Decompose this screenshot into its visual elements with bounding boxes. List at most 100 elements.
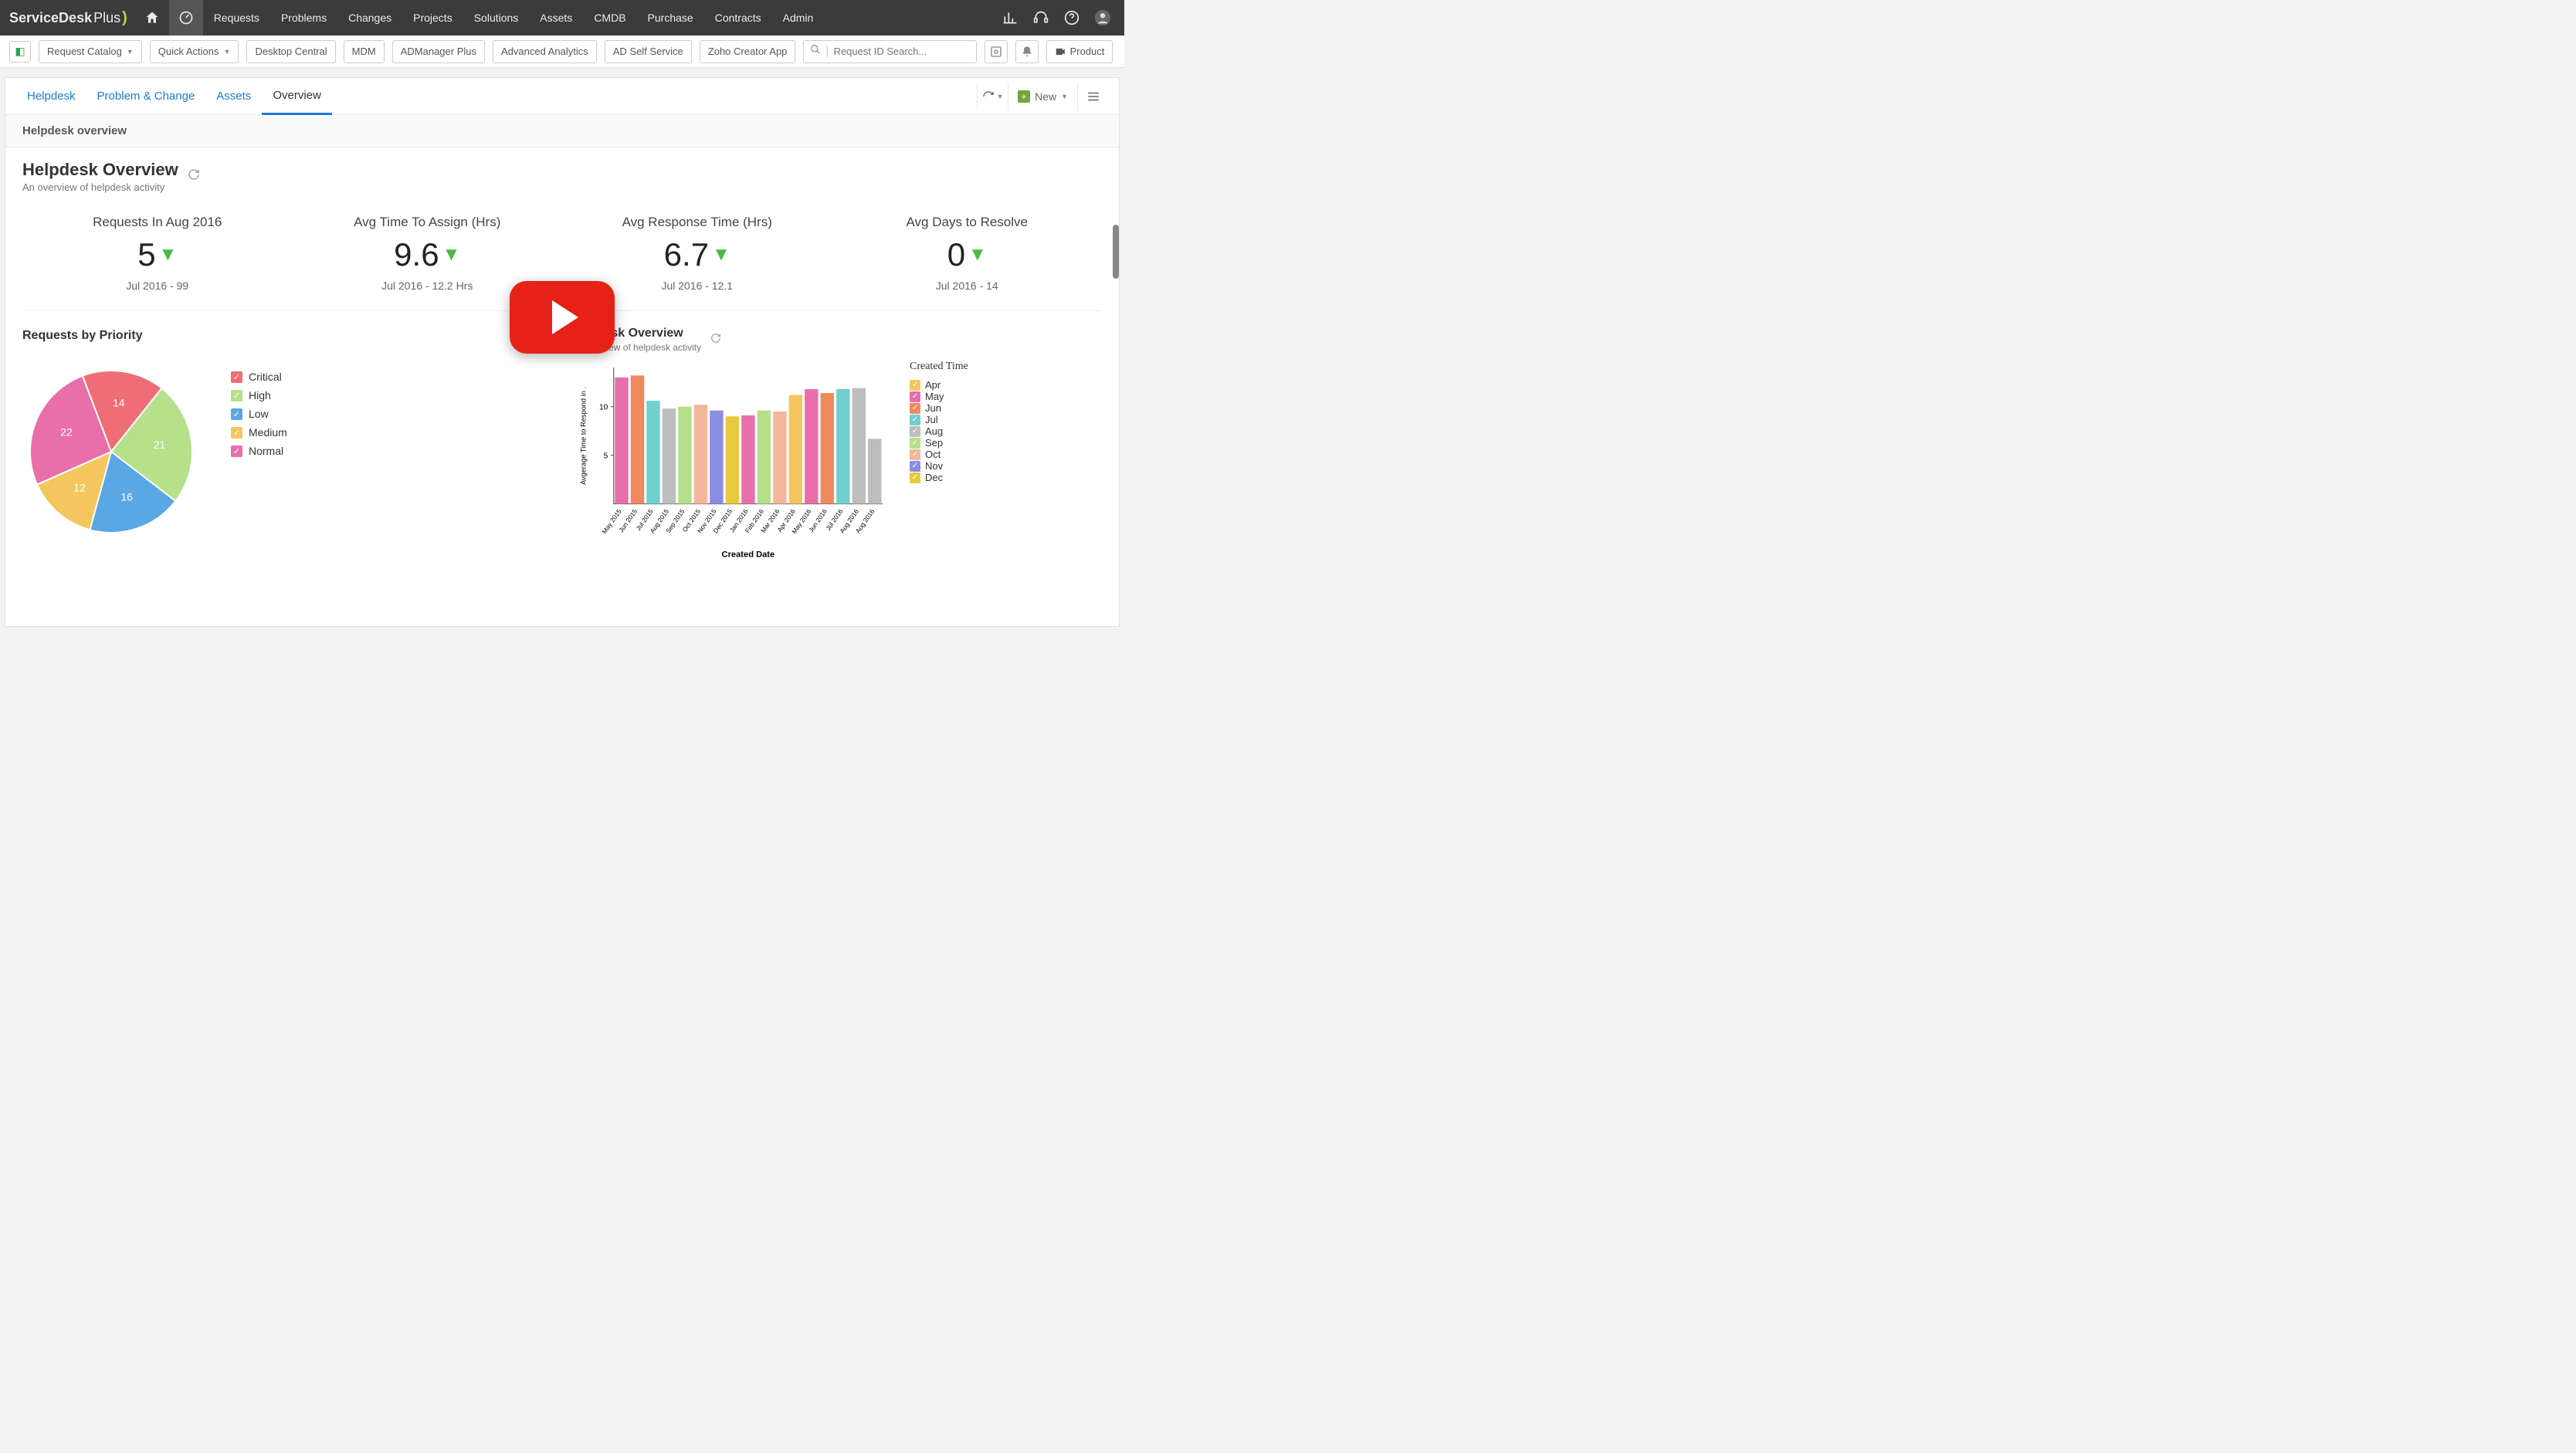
legend-item[interactable]: ✓Dec (910, 472, 968, 483)
toolbar-link[interactable]: ADManager Plus (392, 40, 485, 63)
kpi-card: Avg Days to Resolve0▼Jul 2016 - 14 (851, 215, 1083, 292)
chevron-down-icon: ▼ (224, 48, 231, 56)
play-button[interactable] (510, 281, 615, 354)
legend-label: Jul (925, 414, 938, 425)
legend-item[interactable]: ✓Normal (231, 445, 287, 457)
svg-text:22: 22 (60, 425, 73, 438)
legend-swatch: ✓ (910, 415, 920, 425)
quick-actions-button[interactable]: Quick Actions ▼ (150, 40, 239, 63)
kpi-footer: Jul 2016 - 12.1 (581, 279, 813, 292)
video-icon (1055, 46, 1066, 57)
legend-item[interactable]: ✓Low (231, 408, 287, 420)
nav-changes[interactable]: Changes (337, 0, 402, 36)
tab-helpdesk[interactable]: Helpdesk (16, 78, 86, 115)
new-button[interactable]: + New ▼ (1008, 83, 1077, 110)
scrollbar-thumb[interactable] (1113, 225, 1119, 279)
overview-subtitle: An overview of helpdesk activity (22, 181, 178, 193)
nav-items: RequestsProblemsChangesProjectsSolutions… (203, 0, 825, 36)
reports-icon[interactable] (995, 0, 1025, 36)
divider: | (825, 45, 829, 59)
search-box[interactable]: | (803, 40, 976, 63)
tab-problem-change[interactable]: Problem & Change (86, 78, 206, 115)
legend-swatch: ✓ (910, 426, 920, 437)
legend-item[interactable]: ✓High (231, 389, 287, 401)
svg-text:16: 16 (120, 490, 133, 503)
toolbar-link[interactable]: MDM (344, 40, 385, 63)
kpi-footer: Jul 2016 - 99 (42, 279, 273, 292)
legend-item[interactable]: ✓ Jun (910, 402, 968, 414)
bell-icon[interactable] (1015, 40, 1039, 63)
legend-item[interactable]: ✓Oct (910, 449, 968, 460)
tab-overview[interactable]: Overview (262, 78, 332, 115)
legend-item[interactable]: ✓Aug (910, 425, 968, 437)
overview-title: Helpdesk Overview (22, 160, 178, 180)
refresh-icon[interactable] (710, 333, 721, 347)
legend-swatch: ✓ (910, 403, 920, 414)
dashboard-icon[interactable] (169, 0, 203, 36)
legend-item[interactable]: ✓May (910, 391, 968, 402)
help-icon[interactable] (1056, 0, 1087, 36)
support-icon[interactable] (1025, 0, 1056, 36)
toolbar-link[interactable]: Zoho Creator App (700, 40, 796, 63)
product-label: Product (1070, 46, 1105, 57)
legend-label: Medium (249, 426, 287, 439)
nav-assets[interactable]: Assets (529, 0, 583, 36)
legend-item[interactable]: ✓Nov (910, 460, 968, 472)
legend-swatch: ✓ (231, 427, 242, 439)
kpi-footer: Jul 2016 - 12.2 Hrs (311, 279, 543, 292)
section-title: Helpdesk overview (5, 115, 1119, 147)
legend-item[interactable]: ✓ Medium (231, 426, 287, 439)
request-catalog-button[interactable]: Request Catalog ▼ (39, 40, 142, 63)
legend-label: Dec (925, 472, 943, 483)
nav-problems[interactable]: Problems (270, 0, 337, 36)
tabs: HelpdeskProblem & ChangeAssetsOverview (16, 78, 332, 115)
search-input[interactable] (834, 46, 970, 57)
svg-text:12: 12 (73, 481, 86, 493)
secondary-toolbar: ◧ Request Catalog ▼ Quick Actions ▼ Desk… (0, 36, 1124, 68)
created-time-legend: Created Time ✓Apr✓May✓Jun✓Jul✓Aug✓Sep✓Oc… (910, 361, 968, 561)
kpi-value: 5 (137, 236, 155, 273)
chevron-down-icon: ▼ (1061, 93, 1068, 100)
brand-strong: ServiceDesk (9, 10, 92, 26)
refresh-icon[interactable]: ▼ (977, 83, 1008, 110)
toolbar-link[interactable]: AD Self Service (605, 40, 692, 63)
nav-contracts[interactable]: Contracts (704, 0, 772, 36)
catalog-icon[interactable]: ◧ (9, 41, 31, 63)
tabs-row: HelpdeskProblem & ChangeAssetsOverview ▼… (5, 78, 1119, 115)
kpi-label: Avg Days to Resolve (851, 215, 1083, 230)
hamburger-icon[interactable] (1077, 83, 1108, 110)
toolbar-link[interactable]: Desktop Central (246, 40, 335, 63)
trend-down-icon: ▼ (968, 244, 987, 266)
kpi-footer: Jul 2016 - 14 (851, 279, 1083, 292)
home-icon[interactable] (135, 0, 169, 36)
legend-label: Jun (925, 402, 941, 414)
plus-icon: + (1018, 90, 1030, 103)
user-avatar-icon[interactable] (1087, 0, 1118, 36)
scan-icon[interactable] (985, 40, 1008, 63)
nav-admin[interactable]: Admin (772, 0, 825, 36)
tab-assets[interactable]: Assets (205, 78, 262, 115)
legend-swatch: ✓ (231, 408, 242, 420)
legend-label: High (249, 389, 271, 401)
nav-projects[interactable]: Projects (402, 0, 463, 36)
kpi-label: Avg Response Time (Hrs) (581, 215, 813, 230)
nav-cmdb[interactable]: CMDB (583, 0, 636, 36)
kpi-card: Avg Time To Assign (Hrs)9.6▼Jul 2016 - 1… (311, 215, 543, 292)
legend-item[interactable]: ✓Sep (910, 437, 968, 449)
svg-text:Avgerage Time to Respond in .: Avgerage Time to Respond in . (580, 387, 588, 485)
overview-panel: Helpdesk Overview An overview of helpdes… (5, 147, 1119, 626)
requests-by-priority-panel: Requests by Priority 1421161222 ✓Critica… (22, 327, 554, 561)
legend-item[interactable]: ✓Apr (910, 379, 968, 391)
legend-item[interactable]: ✓Critical (231, 371, 287, 383)
chevron-down-icon: ▼ (997, 93, 1004, 100)
nav-purchase[interactable]: Purchase (637, 0, 704, 36)
svg-text:10: 10 (599, 403, 608, 412)
legend-label: Normal (249, 445, 283, 457)
refresh-icon[interactable] (188, 168, 200, 185)
svg-text:21: 21 (154, 439, 166, 451)
legend-item[interactable]: ✓ Jul (910, 414, 968, 425)
toolbar-link[interactable]: Advanced Analytics (493, 40, 597, 63)
product-button[interactable]: Product (1046, 40, 1113, 63)
nav-solutions[interactable]: Solutions (463, 0, 530, 36)
nav-requests[interactable]: Requests (203, 0, 270, 36)
